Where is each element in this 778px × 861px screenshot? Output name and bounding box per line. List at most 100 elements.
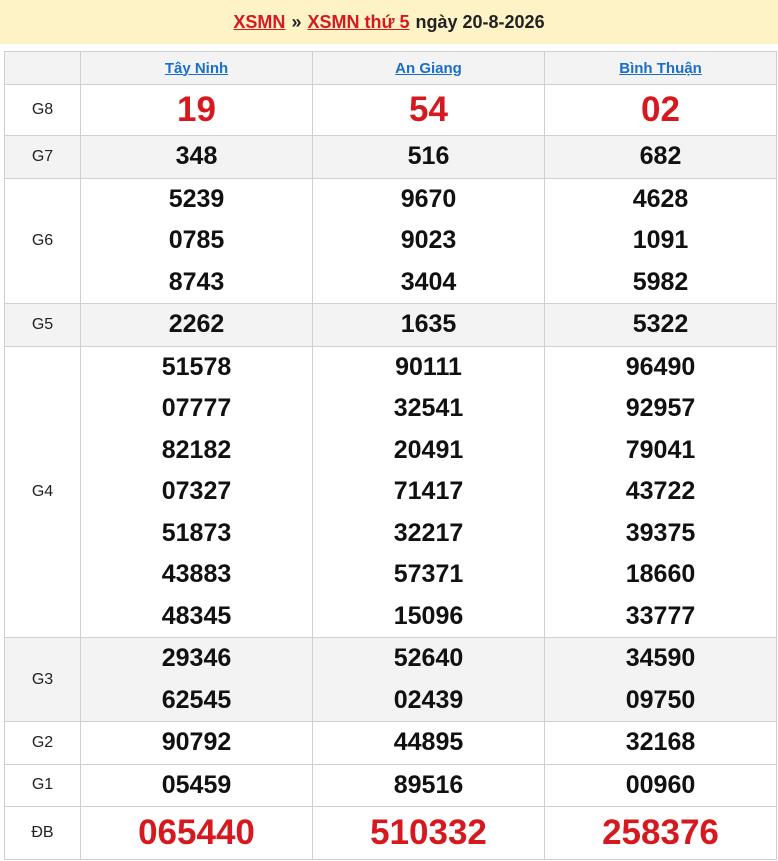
prize-number: 5239: [168, 184, 225, 213]
prize-row-g3: G3 29346 62545 52640 02439 34590 09750: [4, 637, 777, 722]
prize-cell: 89516: [312, 763, 545, 807]
prize-number: 516: [407, 142, 450, 170]
prize-cell: 258376: [544, 806, 777, 860]
prize-label: G5: [4, 303, 81, 347]
prize-cell: 90792: [80, 721, 313, 765]
prize-row-g6: G6 5239 0785 8743 9670 9023 3404 4628 1091 5982: [4, 177, 777, 304]
results-table: Tây Ninh An Giang Bình Thuận G8 19 54 02 G7 3…: [4, 51, 777, 860]
prize-number: 1635: [400, 310, 457, 338]
prize-number: 90792: [161, 728, 232, 756]
prize-label: G2: [4, 721, 81, 765]
prize-number: 19: [177, 90, 216, 129]
province-header-binh-thuan: Bình Thuận: [544, 51, 777, 85]
prize-cell: 29346 62545: [80, 637, 313, 722]
prize-number: 682: [639, 142, 682, 170]
prize-cell: 02: [544, 84, 777, 136]
prize-row-g7: G7 348 516 682: [4, 135, 777, 179]
prize-number: 02439: [393, 685, 464, 714]
prize-number: 32217: [393, 518, 464, 547]
prize-cell: 9670 9023 3404: [312, 177, 545, 304]
prize-cell: 19: [80, 84, 313, 136]
prize-cell: 52640 02439: [312, 637, 545, 722]
prize-number: 51873: [161, 518, 232, 547]
prize-number: 33777: [625, 601, 696, 630]
prize-number: 07777: [161, 394, 232, 422]
prize-label: ĐB: [4, 806, 81, 860]
province-link-binh-thuan[interactable]: Bình Thuận: [619, 60, 702, 77]
prize-number: 3404: [400, 267, 457, 296]
prize-number: 57371: [393, 560, 464, 588]
prize-label: G8: [4, 84, 81, 136]
prize-number: 0785: [168, 226, 225, 254]
page-header: XSMN » XSMN thứ 5 ngày 20-8-2026: [0, 0, 778, 44]
draw-date: ngày 20-8-2026: [415, 11, 545, 32]
prize-cell: 4628 1091 5982: [544, 177, 777, 304]
prize-number: 29346: [161, 644, 232, 672]
prize-row-g8: G8 19 54 02: [4, 84, 777, 136]
prize-number: 54: [409, 90, 448, 129]
prize-cell: 348: [80, 135, 313, 179]
prize-cell: 5322: [544, 303, 777, 347]
prize-number: 2262: [168, 310, 225, 338]
prize-number: 39375: [625, 518, 696, 547]
prize-number: 62545: [161, 685, 232, 714]
prize-number: 51578: [161, 352, 232, 381]
prize-cell: 5239 0785 8743: [80, 177, 313, 304]
prize-cell: 05459: [80, 763, 313, 807]
prize-number: 48345: [161, 601, 232, 630]
prize-number: 79041: [625, 435, 696, 464]
prize-number: 5322: [632, 310, 689, 338]
prize-number: 89516: [393, 770, 464, 799]
prize-row-g4: G4 51578 07777 82182 07327 51873 43883 48345 901…: [4, 345, 777, 638]
prize-cell: 682: [544, 135, 777, 179]
prize-number: 510332: [370, 813, 487, 852]
prize-number: 4628: [632, 184, 689, 213]
prize-number: 065440: [138, 813, 255, 852]
province-header-row: Tây Ninh An Giang Bình Thuận: [4, 51, 777, 85]
breadcrumb-separator: »: [291, 11, 302, 32]
prize-label: G4: [4, 345, 81, 638]
prize-cell: 1635: [312, 303, 545, 347]
prize-number: 18660: [625, 560, 696, 588]
prize-row-g2: G2 90792 44895 32168: [4, 721, 777, 765]
prize-cell: 065440: [80, 806, 313, 860]
prize-number: 20491: [393, 435, 464, 464]
prize-number: 32541: [393, 394, 464, 422]
prize-number: 92957: [625, 394, 696, 422]
prize-body: G8 19 54 02 G7 348 516 682 G6 5239 0785 8743 9670 902…: [4, 84, 777, 860]
corner-cell: [4, 51, 81, 85]
prize-cell: 2262: [80, 303, 313, 347]
province-link-tay-ninh[interactable]: Tây Ninh: [165, 60, 228, 77]
prize-number: 09750: [625, 685, 696, 714]
prize-number: 9670: [400, 184, 457, 213]
prize-cell: 34590 09750: [544, 637, 777, 722]
prize-number: 00960: [625, 770, 696, 799]
prize-number: 9023: [400, 226, 457, 254]
prize-number: 71417: [393, 477, 464, 505]
prize-cell: 54: [312, 84, 545, 136]
prize-label: G1: [4, 763, 81, 807]
prize-cell: 510332: [312, 806, 545, 860]
prize-number: 8743: [168, 267, 225, 296]
prize-number: 90111: [395, 352, 462, 381]
prize-number: 32168: [625, 728, 696, 756]
prize-cell: 96490 92957 79041 43722 39375 18660 33777: [544, 345, 777, 638]
prize-cell: 516: [312, 135, 545, 179]
prize-row-g1: G1 05459 89516 00960: [4, 763, 777, 807]
province-link-an-giang[interactable]: An Giang: [395, 60, 462, 77]
prize-number: 1091: [632, 226, 689, 254]
prize-number: 258376: [602, 813, 719, 852]
prize-cell: 90111 32541 20491 71417 32217 57371 15096: [312, 345, 545, 638]
province-header-an-giang: An Giang: [312, 51, 545, 85]
prize-number: 15096: [393, 601, 464, 630]
prize-number: 52640: [393, 644, 464, 672]
xsmn-thursday-link[interactable]: XSMN thứ 5: [307, 12, 409, 33]
prize-cell: 32168: [544, 721, 777, 765]
xsmn-link[interactable]: XSMN: [233, 12, 285, 33]
prize-number: 82182: [161, 435, 232, 464]
prize-cell: 44895: [312, 721, 545, 765]
prize-cell: 00960: [544, 763, 777, 807]
prize-label: G7: [4, 135, 81, 179]
prize-number: 07327: [161, 477, 232, 505]
prize-row-g5: G5 2262 1635 5322: [4, 303, 777, 347]
